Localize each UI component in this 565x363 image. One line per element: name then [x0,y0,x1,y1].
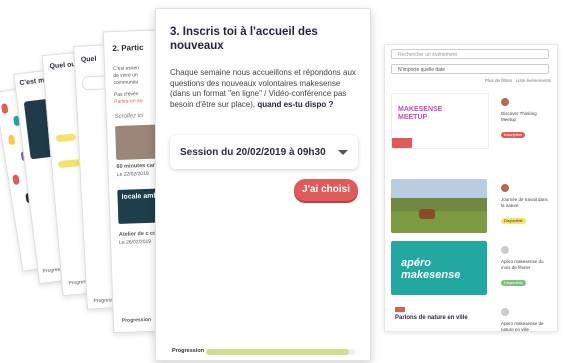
brand-mark [395,307,405,312]
card-text: communau [113,79,139,87]
choice-chip[interactable] [55,133,77,143]
card-text: de vivre un [113,72,138,80]
card-title: Quel [80,55,97,64]
more-filters-link[interactable]: Plus de filtres [485,78,512,83]
brand-mark [392,138,412,148]
event-info: Apéro makesense de nature en ville [501,303,551,333]
date-filter-select[interactable]: N'importe quelle date [391,64,549,74]
card-title: 2. Partic [112,42,144,54]
session-select[interactable]: Session du 20/02/2019 à 09h30 [170,135,358,169]
event-title[interactable]: Apéro makesense de nature en ville [501,321,551,333]
event-search-input[interactable]: Rechercher un événement [391,49,549,59]
status-badge: Disponible [501,218,526,224]
event-title[interactable]: Journée de travail dans la nature [501,197,551,209]
progress-fill [206,349,349,355]
scroll-hint: Scrollez ici [114,113,144,121]
event-thumbnail[interactable]: apéro makesense [391,241,487,295]
avatar [501,307,509,316]
avatar [501,245,509,254]
thumbnail-text: MAKESENSE MEETUP [398,106,443,121]
progress-bar [206,349,356,355]
chevron-down-icon [338,149,348,155]
card-text: Pas d'évén [113,91,139,99]
events-panel: Rechercher un événement N'importe quelle… [384,44,558,332]
event-title[interactable]: Apéro makesense du mois de février [501,259,551,271]
event-title[interactable]: Discover Thinking Meetup [501,111,551,123]
event-thumbnail[interactable]: MAKESENSE MEETUP [391,93,489,149]
confetti-shape [0,103,9,115]
cow-shape [419,209,435,219]
progress-label: Progression [121,316,152,324]
event-date: Le 22/02/2019 [116,170,149,178]
confetti-shape [12,174,20,186]
thumbnail-text: apéro makesense [401,257,461,281]
event-thumbnail[interactable]: Parlons de nature en ville [391,303,487,327]
confirm-choice-button[interactable]: J'ai choisi [294,179,358,201]
status-badge: Disponible [501,280,526,286]
event-info: Discover Thinking Meetup Inscription [501,93,551,141]
progress-label: Progression [172,348,205,354]
signup-step-card: 3. Inscris toi à l'accueil des nouveaux … [155,8,371,361]
event-list-link[interactable]: Liste événements [516,78,551,83]
avatar [501,183,509,192]
confetti-shape [7,134,16,146]
avatar [501,97,509,106]
filter-links: Plus de filtres Liste événements [485,78,551,83]
session-select-value: Session du 20/02/2019 à 09h30 [180,146,326,158]
event-info: Apéro makesense du mois de février Dispo… [501,241,551,289]
status-badge: Inscription [501,132,526,138]
card-link[interactable]: Parles-en au [114,98,143,105]
description-question: quand es-tu dispo ? [257,99,334,109]
event-date: Le 26/02/2019 [119,238,152,246]
step-title: 3. Inscris toi à l'accueil des nouveaux [170,26,318,52]
card-text: C'est essen [112,65,140,73]
thumbnail-text: Parlons de nature en ville [395,315,468,321]
event-thumbnail[interactable] [391,179,487,233]
event-info: Journée de travail dans la nature Dispon… [501,179,551,227]
step-description: Chaque semaine nous accueillons et répon… [170,68,362,110]
